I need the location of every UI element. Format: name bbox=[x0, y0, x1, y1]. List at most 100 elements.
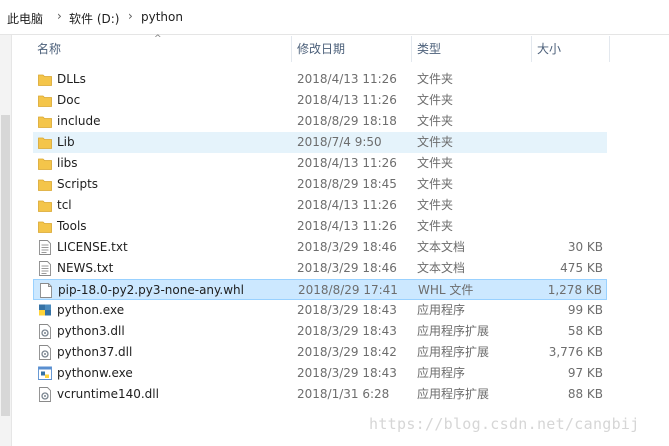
file-type: 文本文档 bbox=[417, 240, 466, 254]
file-row[interactable]: tcl 2018/4/13 11:26 文件夹 bbox=[33, 195, 607, 216]
dll-file-icon bbox=[39, 324, 51, 339]
file-date: 2018/1/31 6:28 bbox=[297, 387, 390, 401]
column-header-type[interactable]: 类型 bbox=[413, 36, 531, 62]
breadcrumb-drive-d[interactable]: 软件 (D:) bbox=[69, 10, 119, 27]
file-date: 2018/4/13 11:26 bbox=[297, 219, 397, 233]
file-date: 2018/4/13 11:26 bbox=[297, 93, 397, 107]
file-date: 2018/3/29 18:46 bbox=[297, 261, 397, 275]
file-row[interactable]: vcruntime140.dll 2018/1/31 6:28 应用程序扩展 8… bbox=[33, 384, 607, 405]
file-type: 文件夹 bbox=[417, 114, 454, 128]
breadcrumb-separator-icon[interactable]: › bbox=[128, 9, 133, 23]
file-name: vcruntime140.dll bbox=[57, 387, 159, 401]
file-type: 文件夹 bbox=[417, 219, 454, 233]
file-size: 97 KB bbox=[567, 366, 603, 380]
file-name: LICENSE.txt bbox=[57, 240, 128, 254]
file-type: 应用程序扩展 bbox=[417, 345, 490, 359]
file-name: Lib bbox=[57, 135, 75, 149]
file-type: WHL 文件 bbox=[418, 283, 474, 297]
file-date: 2018/4/13 11:26 bbox=[297, 198, 397, 212]
file-type: 应用程序扩展 bbox=[417, 324, 490, 338]
folder-icon bbox=[38, 200, 52, 212]
file-row[interactable]: libs 2018/4/13 11:26 文件夹 bbox=[33, 153, 607, 174]
file-row[interactable]: include 2018/8/29 18:18 文件夹 bbox=[33, 111, 607, 132]
file-type: 应用程序 bbox=[417, 303, 466, 317]
file-row[interactable]: Doc 2018/4/13 11:26 文件夹 bbox=[33, 90, 607, 111]
folder-icon bbox=[38, 116, 52, 128]
column-divider[interactable] bbox=[411, 36, 412, 62]
text-file-icon bbox=[39, 240, 51, 255]
file-type: 文件夹 bbox=[417, 198, 454, 212]
file-row[interactable]: python3.dll 2018/3/29 18:43 应用程序扩展 58 KB bbox=[33, 321, 607, 342]
dll-file-icon bbox=[39, 345, 51, 360]
file-type: 文件夹 bbox=[417, 177, 454, 191]
pythonw-exe-icon bbox=[38, 366, 52, 380]
python-exe-icon bbox=[39, 304, 51, 316]
scrollbar-thumb[interactable] bbox=[1, 115, 10, 416]
column-divider[interactable] bbox=[291, 36, 292, 62]
file-type: 文件夹 bbox=[417, 93, 454, 107]
file-size: 58 KB bbox=[567, 324, 603, 338]
file-row[interactable]: pip-18.0-py2.py3-none-any.whl 2018/8/29 … bbox=[33, 279, 607, 300]
column-header-size[interactable]: 大小 bbox=[533, 36, 609, 62]
file-date: 2018/8/29 17:41 bbox=[298, 283, 398, 297]
file-name: python.exe bbox=[57, 303, 125, 317]
file-type: 应用程序 bbox=[417, 366, 466, 380]
file-row[interactable]: LICENSE.txt 2018/3/29 18:46 文本文档 30 KB bbox=[33, 237, 607, 258]
file-date: 2018/8/29 18:18 bbox=[297, 114, 397, 128]
file-name: tcl bbox=[57, 198, 72, 212]
file-name: python3.dll bbox=[57, 324, 125, 338]
file-name: pythonw.exe bbox=[57, 366, 133, 380]
file-name: NEWS.txt bbox=[57, 261, 114, 275]
file-name: DLLs bbox=[57, 72, 86, 86]
file-size: 88 KB bbox=[567, 387, 603, 401]
address-breadcrumb-bar[interactable]: 此电脑 › 软件 (D:) › python bbox=[0, 0, 669, 35]
folder-icon bbox=[38, 179, 52, 191]
file-type: 文件夹 bbox=[417, 156, 454, 170]
file-type: 文件夹 bbox=[417, 135, 454, 149]
file-size: 99 KB bbox=[567, 303, 603, 317]
file-row[interactable]: NEWS.txt 2018/3/29 18:46 文本文档 475 KB bbox=[33, 258, 607, 279]
file-date: 2018/4/13 11:26 bbox=[297, 72, 397, 86]
file-name: libs bbox=[57, 156, 78, 170]
file-date: 2018/3/29 18:43 bbox=[297, 366, 397, 380]
file-size: 475 KB bbox=[560, 261, 603, 275]
file-size: 1,278 KB bbox=[547, 283, 602, 297]
file-size: 30 KB bbox=[567, 240, 603, 254]
file-date: 2018/7/4 9:50 bbox=[297, 135, 382, 149]
breadcrumb-python[interactable]: python bbox=[141, 10, 183, 24]
column-header-name[interactable]: 名称 bbox=[33, 36, 291, 62]
file-name: Scripts bbox=[57, 177, 99, 191]
breadcrumb-separator-icon[interactable]: › bbox=[57, 9, 62, 23]
column-divider[interactable] bbox=[609, 36, 610, 62]
file-row[interactable]: python37.dll 2018/3/29 18:42 应用程序扩展 3,77… bbox=[33, 342, 607, 363]
navigation-pane-scrollbar[interactable] bbox=[0, 35, 12, 446]
folder-icon bbox=[38, 74, 52, 86]
column-divider[interactable] bbox=[531, 36, 532, 62]
file-row[interactable]: Scripts 2018/8/29 18:45 文件夹 bbox=[33, 174, 607, 195]
file-size: 3,776 KB bbox=[548, 345, 603, 359]
text-file-icon bbox=[39, 261, 51, 276]
file-name: include bbox=[57, 114, 101, 128]
column-header-date[interactable]: 修改日期 bbox=[293, 36, 411, 62]
file-row[interactable]: pythonw.exe 2018/3/29 18:43 应用程序 97 KB bbox=[33, 363, 607, 384]
watermark: https://blog.csdn.net/cangbij bbox=[369, 415, 640, 433]
file-row[interactable]: Tools 2018/4/13 11:26 文件夹 bbox=[33, 216, 607, 237]
file-row[interactable]: DLLs 2018/4/13 11:26 文件夹 bbox=[33, 69, 607, 90]
file-date: 2018/3/29 18:46 bbox=[297, 240, 397, 254]
file-date: 2018/8/29 18:45 bbox=[297, 177, 397, 191]
breadcrumb-this-pc[interactable]: 此电脑 bbox=[7, 10, 43, 27]
file-name: pip-18.0-py2.py3-none-any.whl bbox=[58, 283, 244, 297]
file-date: 2018/3/29 18:43 bbox=[297, 303, 397, 317]
folder-icon bbox=[38, 95, 52, 107]
file-date: 2018/4/13 11:26 bbox=[297, 156, 397, 170]
folder-icon bbox=[38, 158, 52, 170]
file-type: 文本文档 bbox=[417, 261, 466, 275]
file-name: Tools bbox=[57, 219, 87, 233]
file-type: 应用程序扩展 bbox=[417, 387, 490, 401]
file-name: python37.dll bbox=[57, 345, 133, 359]
file-row[interactable]: Lib 2018/7/4 9:50 文件夹 bbox=[33, 132, 607, 153]
file-row[interactable]: python.exe 2018/3/29 18:43 应用程序 99 KB bbox=[33, 300, 607, 321]
blank-file-icon bbox=[40, 283, 52, 298]
folder-icon bbox=[38, 137, 52, 149]
file-name: Doc bbox=[57, 93, 81, 107]
